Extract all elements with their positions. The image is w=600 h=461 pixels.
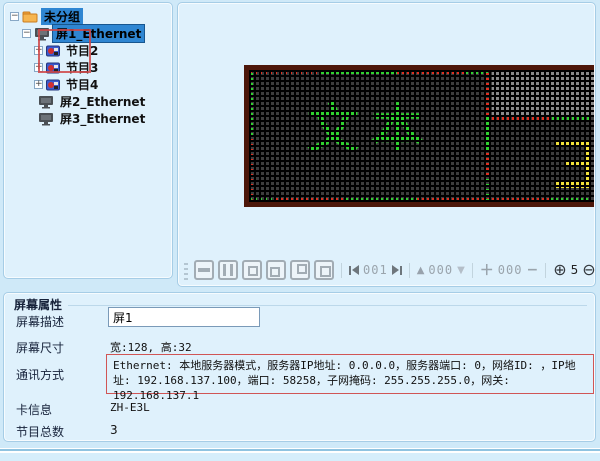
tree-item-label[interactable]: 屏2_Ethernet xyxy=(57,93,148,110)
led-pixel-matrix: 文本 xyxy=(249,70,594,202)
yellow-pixel-stroke xyxy=(556,140,584,146)
page-number: 001 xyxy=(363,263,388,277)
remove-button[interactable]: − xyxy=(526,262,538,278)
toolbar-separator xyxy=(472,263,473,278)
expand-expander-icon[interactable]: + xyxy=(34,80,43,89)
zoom-out-icon[interactable]: ⊖ xyxy=(582,262,595,278)
expand-expander-icon[interactable]: + xyxy=(34,46,43,55)
program-count-label: 节目总数 xyxy=(16,423,64,440)
screen-properties-panel: 屏幕属性 屏幕描述 屏幕尺寸 宽:128, 高:32 通讯方式 Ethernet… xyxy=(3,292,596,442)
region-border-dash xyxy=(492,198,550,202)
region-border-dash xyxy=(486,70,490,116)
monitor-icon xyxy=(34,27,50,41)
flip-value: 000 xyxy=(428,263,453,277)
collapse-expander-icon[interactable]: − xyxy=(22,29,31,38)
tree-item-label[interactable]: 节目4 xyxy=(63,76,101,93)
led-text-content: 文本 xyxy=(307,104,435,156)
layout-region-center-icon[interactable] xyxy=(242,260,262,280)
card-info-label: 卡信息 xyxy=(16,401,52,418)
tree-item-program4[interactable]: + 节目4 xyxy=(4,76,172,93)
status-strip xyxy=(0,452,600,461)
card-info-value: ZH-E3L xyxy=(110,401,150,414)
comm-method-value: Ethernet: 本地服务器模式，服务器IP地址: 0.0.0.0，服务器端口… xyxy=(106,354,594,394)
region-border-dash xyxy=(550,198,590,202)
region-border-dash xyxy=(486,116,490,150)
screen-tree-panel: − 未分组 − 屏1_Ethernet + 节目2 + 节目3 + 节目4 xyxy=(3,2,173,279)
program-icon xyxy=(46,62,60,74)
region-border-dash xyxy=(486,176,490,202)
program-icon xyxy=(46,45,60,57)
layout-region-left-icon[interactable] xyxy=(266,260,286,280)
tree-item-label[interactable]: 屏3_Ethernet xyxy=(57,110,148,127)
tree-item-label[interactable]: 节目2 xyxy=(63,42,101,59)
zoom-level: 5 xyxy=(571,263,579,277)
led-region-text[interactable]: 文本 xyxy=(249,70,489,202)
tree-item-label[interactable]: 未分组 xyxy=(41,8,83,25)
program-icon xyxy=(46,79,60,91)
yellow-pixel-stroke xyxy=(564,161,584,167)
layout-region-top-icon[interactable] xyxy=(290,260,310,280)
tree-item-screen1[interactable]: − 屏1_Ethernet xyxy=(4,25,172,42)
tree-item-screen3[interactable]: 屏3_Ethernet xyxy=(4,110,172,127)
properties-section-header: 屏幕属性 xyxy=(14,296,587,313)
yellow-pixel-stroke xyxy=(584,140,590,188)
toolbar-separator xyxy=(341,263,342,278)
screen-size-label: 屏幕尺寸 xyxy=(16,339,64,356)
yellow-pixel-stroke xyxy=(556,182,584,188)
region-border-dash xyxy=(249,70,253,136)
expand-expander-icon[interactable]: + xyxy=(34,63,43,72)
monitor-icon xyxy=(38,95,54,109)
region-border-dash xyxy=(417,198,489,202)
add-button[interactable]: ＋ xyxy=(480,260,494,280)
collapse-expander-icon[interactable]: − xyxy=(10,12,19,21)
screen-description-input[interactable] xyxy=(108,307,260,327)
tree-item-screen2[interactable]: 屏2_Ethernet xyxy=(4,93,172,110)
screen-description-label: 屏幕描述 xyxy=(16,313,64,330)
led-region-gray[interactable] xyxy=(492,70,594,116)
region-border-dash xyxy=(249,70,321,74)
toolbar-separator xyxy=(545,263,546,278)
screen-size-value: 宽:128, 高:32 xyxy=(110,339,192,355)
region-border-dash xyxy=(321,70,397,74)
folder-icon xyxy=(22,10,38,23)
section-title: 屏幕属性 xyxy=(14,296,62,313)
move-up-button[interactable]: ▲ xyxy=(417,265,425,276)
led-screen-preview[interactable]: 文本 xyxy=(244,65,594,207)
tree-item-program2[interactable]: + 节目2 xyxy=(4,42,172,59)
led-region-yellow-text[interactable] xyxy=(492,120,594,198)
layout-split-vertical-icon[interactable] xyxy=(218,260,238,280)
region-border-dash xyxy=(275,198,345,202)
region-border-dash xyxy=(249,198,275,202)
tree-item-program3[interactable]: + 节目3 xyxy=(4,59,172,76)
tree-item-label[interactable]: 屏1_Ethernet xyxy=(53,25,144,42)
toolbar-grip[interactable] xyxy=(184,260,188,280)
next-page-button[interactable] xyxy=(392,265,402,275)
region-border-dash xyxy=(249,136,253,202)
move-down-button[interactable]: ▼ xyxy=(457,265,465,276)
stay-value: 000 xyxy=(498,263,523,277)
toolbar-separator xyxy=(409,263,410,278)
tree-item-label[interactable]: 节目3 xyxy=(63,59,101,76)
monitor-icon xyxy=(38,112,54,126)
first-page-button[interactable] xyxy=(349,265,359,275)
region-border-dash xyxy=(552,116,592,120)
region-border-dash xyxy=(345,198,417,202)
zoom-in-icon[interactable]: ⊕ xyxy=(553,262,566,278)
layout-cascade-icon[interactable] xyxy=(314,260,334,280)
region-border-dash xyxy=(397,70,465,74)
section-divider xyxy=(68,305,587,306)
layout-split-horizontal-icon[interactable] xyxy=(194,260,214,280)
region-border-dash xyxy=(492,116,552,120)
program-count-value: 3 xyxy=(110,423,118,437)
tree-item-ungrouped[interactable]: − 未分组 xyxy=(4,8,172,25)
comm-method-label: 通讯方式 xyxy=(16,366,64,383)
preview-toolbar: 001 ▲ 000 ▼ ＋ 000 − ⊕ 5 ⊖ xyxy=(184,257,596,283)
region-border-dash xyxy=(486,150,490,176)
led-preview-panel: 文本 xyxy=(177,2,596,287)
